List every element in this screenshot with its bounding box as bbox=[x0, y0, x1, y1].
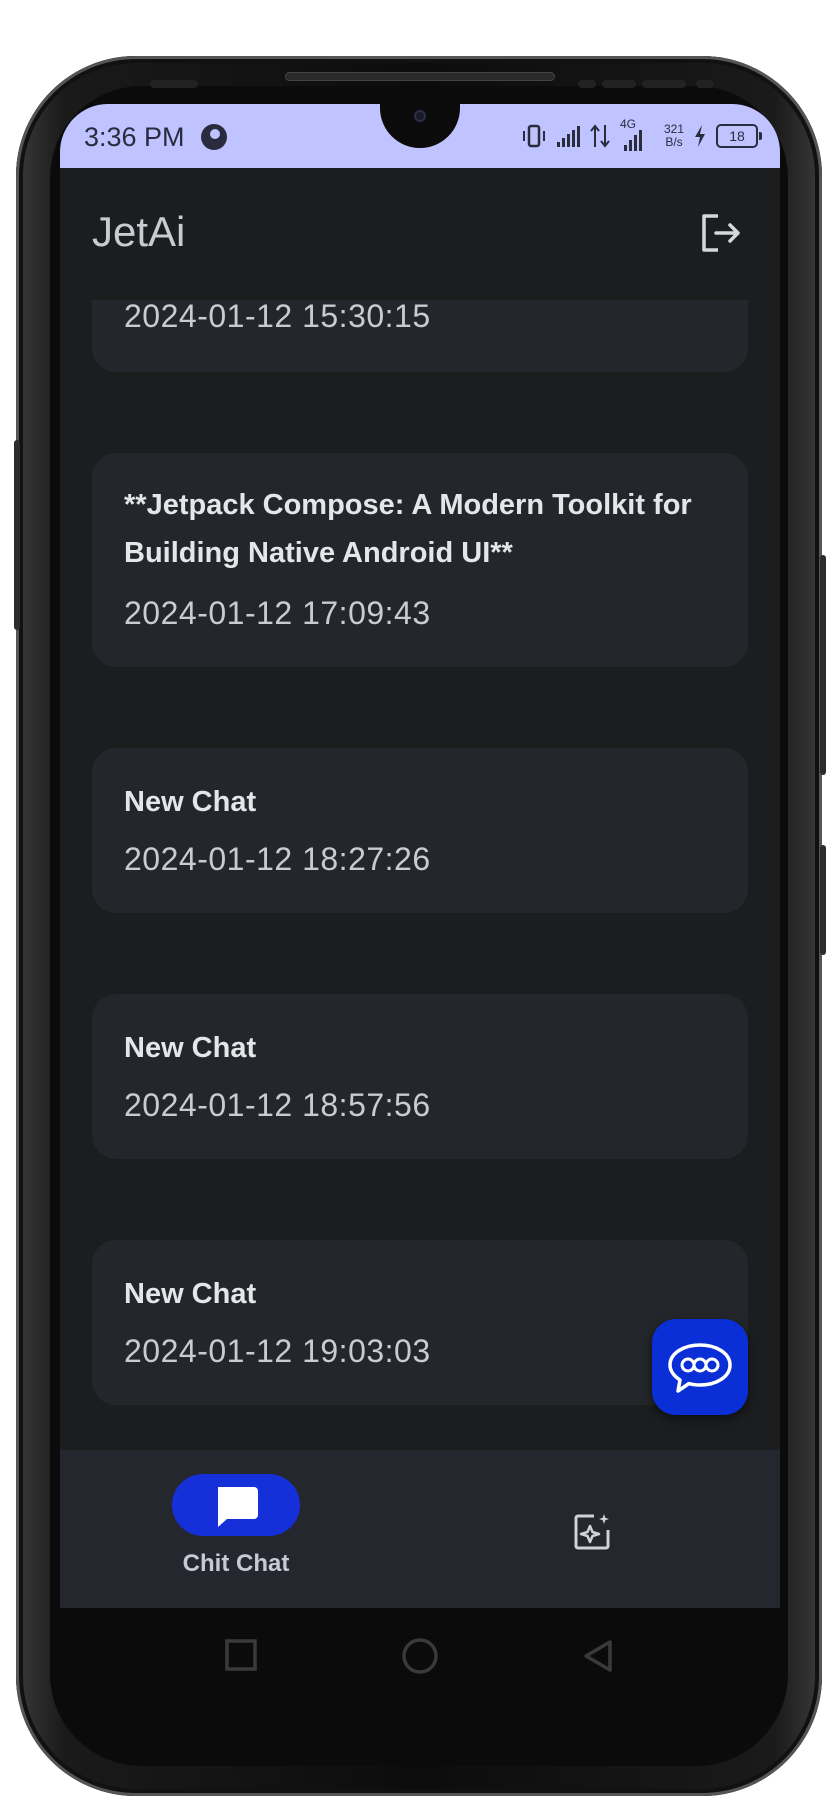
net-speed: 321 B/s bbox=[664, 123, 684, 149]
ai-image-icon bbox=[574, 1514, 610, 1550]
signal-icon bbox=[556, 125, 580, 147]
chat-date: 2024-01-12 18:27:26 bbox=[124, 841, 431, 877]
sensor bbox=[578, 80, 596, 88]
power-button bbox=[820, 845, 826, 955]
app-bar: JetAi bbox=[60, 168, 780, 300]
chat-title: New Chat bbox=[124, 786, 257, 818]
chat-date: 2024-01-12 19:03:03 bbox=[124, 1333, 431, 1369]
chat-bubble-dots-icon bbox=[668, 1343, 732, 1393]
sensor bbox=[602, 80, 636, 88]
battery-level: 18 bbox=[729, 128, 745, 144]
bottom-navigation: Chit Chat bbox=[60, 1450, 780, 1608]
chat-icon bbox=[218, 1487, 258, 1527]
battery-icon: 18 bbox=[716, 124, 762, 148]
chat-date: 2024-01-12 15:30:15 bbox=[124, 300, 431, 334]
chat-card[interactable]: New Chat 2024-01-12 18:57:56 bbox=[92, 994, 748, 1159]
nav-item-indicator bbox=[172, 1474, 300, 1536]
chat-card[interactable]: New Chat 2024-01-12 19:03:03 bbox=[92, 1240, 748, 1405]
nav-item-chit-chat[interactable]: Chit Chat bbox=[60, 1450, 412, 1608]
nav-item-ai-image[interactable] bbox=[420, 1450, 780, 1608]
nav-item-label: Chit Chat bbox=[182, 1550, 290, 1577]
chat-card[interactable]: New Chat 2024-01-12 18:27:26 bbox=[92, 748, 748, 913]
home-icon[interactable] bbox=[400, 1636, 440, 1676]
status-bar: 3:36 PM 4G 321 B/s 18 bbox=[60, 104, 780, 168]
chat-card[interactable]: **Jetpack Compose: A Modern Toolkit for … bbox=[92, 453, 748, 667]
status-time: 3:36 PM bbox=[84, 122, 185, 152]
system-navigation-bar bbox=[60, 1608, 780, 1704]
chat-date: 2024-01-12 17:09:43 bbox=[124, 595, 431, 631]
volume-button bbox=[820, 555, 826, 775]
sensor bbox=[696, 80, 714, 88]
chat-title: **Jetpack Compose: A Modern Toolkit for … bbox=[124, 489, 692, 569]
vibrate-icon bbox=[522, 124, 545, 148]
chat-card[interactable]: 2024-01-12 15:30:15 bbox=[92, 300, 748, 372]
net-speed-unit: B/s bbox=[665, 135, 683, 149]
app-notification-icon bbox=[201, 124, 227, 150]
chat-date: 2024-01-12 18:57:56 bbox=[124, 1087, 431, 1123]
signal-4g-icon: 4G bbox=[620, 117, 654, 151]
chat-title: New Chat bbox=[124, 1278, 257, 1310]
data-transfer-icon bbox=[590, 124, 610, 148]
app-title: JetAi bbox=[92, 208, 186, 255]
earpiece-speaker bbox=[285, 72, 555, 81]
chat-list[interactable]: 2024-01-12 15:30:15 **Jetpack Compose: A… bbox=[60, 300, 780, 1450]
back-icon[interactable] bbox=[580, 1638, 616, 1674]
sensor bbox=[642, 80, 686, 88]
chat-title: New Chat bbox=[124, 1032, 257, 1064]
new-chat-fab[interactable] bbox=[652, 1319, 748, 1415]
recents-icon[interactable] bbox=[224, 1638, 258, 1672]
status-icons: 4G 321 B/s 18 bbox=[521, 117, 762, 152]
logout-icon[interactable] bbox=[698, 210, 744, 256]
screen: 3:36 PM 4G 321 B/s 18 JetAi 2024-01-12 1… bbox=[60, 104, 780, 1704]
left-button bbox=[14, 440, 20, 630]
sensor bbox=[150, 80, 198, 88]
charging-icon bbox=[695, 125, 705, 147]
front-camera bbox=[414, 110, 426, 122]
